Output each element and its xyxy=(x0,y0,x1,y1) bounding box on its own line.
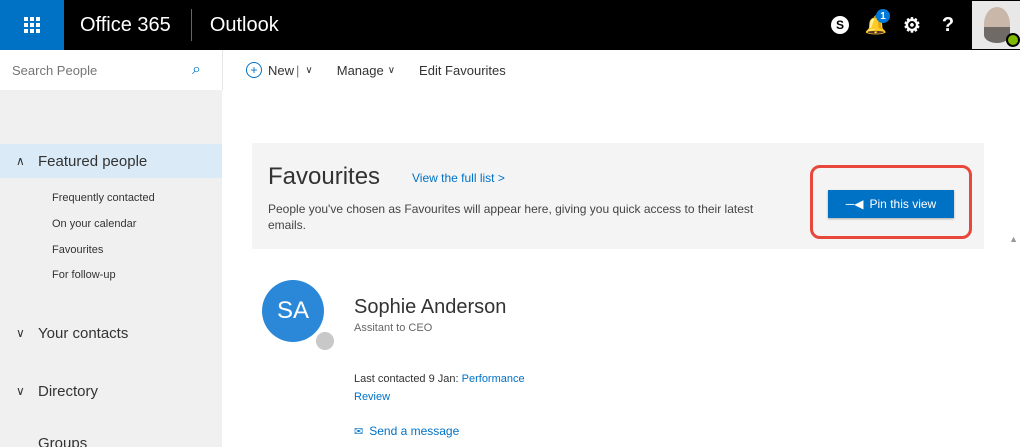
nav-directory[interactable]: ∨ Directory xyxy=(0,374,222,408)
nav-item-on-your-calendar[interactable]: On your calendar xyxy=(52,218,136,230)
nav-groups[interactable]: Groups xyxy=(16,435,87,447)
nav-item-favourites[interactable]: Favourites xyxy=(52,244,103,256)
left-nav: ∧ Featured people Frequently contacted O… xyxy=(0,122,222,447)
contact-avatar[interactable]: SA xyxy=(262,280,324,342)
favourites-title: Favourites xyxy=(268,163,381,190)
chevron-down-icon: ∨ xyxy=(16,384,25,398)
skype-icon: S xyxy=(831,16,849,34)
notifications-button[interactable]: 🔔 1 xyxy=(858,0,894,50)
search-icon[interactable]: ⌕ xyxy=(192,61,201,79)
nav-featured-label: Featured people xyxy=(38,152,148,170)
gear-icon: ⚙ xyxy=(903,14,921,37)
main-content: Favourites View the full list > People y… xyxy=(222,122,1020,447)
chevron-down-icon: ∨ xyxy=(387,64,396,76)
chevron-up-icon: ∧ xyxy=(16,154,25,168)
top-bar: Office 365 Outlook S 🔔 1 ⚙ ? xyxy=(0,0,1020,50)
manage-label: Manage xyxy=(336,62,384,78)
send-message-label: Send a message xyxy=(369,424,460,438)
brand-title[interactable]: Office 365 xyxy=(80,14,171,37)
app-launcher-button[interactable] xyxy=(0,0,64,50)
last-contacted-text: Last contacted 9 Jan: xyxy=(354,373,462,385)
manage-button[interactable]: Manage ∨ xyxy=(337,63,395,78)
presence-icon xyxy=(1006,33,1020,47)
settings-button[interactable]: ⚙ xyxy=(894,0,930,50)
nav-directory-label: Directory xyxy=(38,382,99,400)
pin-icon: ─◀ xyxy=(845,197,864,211)
chevron-down-icon[interactable]: ∨ xyxy=(305,65,312,76)
mail-icon: ✉ xyxy=(354,425,364,438)
nav-featured-people[interactable]: ∧ Featured people xyxy=(0,144,222,178)
notification-badge: 1 xyxy=(876,9,890,23)
nav-groups-label: Groups xyxy=(38,435,88,447)
header-divider xyxy=(190,9,192,41)
waffle-icon xyxy=(24,17,40,33)
new-label: New xyxy=(268,62,295,78)
help-button[interactable]: ? xyxy=(930,0,966,50)
last-contacted: Last contacted 9 Jan: Performance Review xyxy=(354,370,554,406)
nav-item-for-follow-up[interactable]: For follow-up xyxy=(52,269,116,281)
pin-this-view-button[interactable]: ─◀ Pin this view xyxy=(828,190,954,218)
nav-item-frequently-contacted[interactable]: Frequently contacted xyxy=(52,192,155,204)
user-avatar[interactable] xyxy=(972,1,1020,49)
pin-label: Pin this view xyxy=(869,197,937,211)
command-bar: ⌕ + New | ∨ Manage ∨ Edit Favourites xyxy=(0,50,1020,122)
contact-title: Assitant to CEO xyxy=(354,322,433,334)
header-actions: S 🔔 1 ⚙ ? xyxy=(822,0,1020,50)
skype-button[interactable]: S xyxy=(822,0,858,50)
edit-favourites-button[interactable]: Edit Favourites xyxy=(419,63,506,78)
contact-name[interactable]: Sophie Anderson xyxy=(354,296,506,319)
view-full-list-link[interactable]: View the full list > xyxy=(412,171,505,185)
split-divider: | xyxy=(296,62,300,78)
edit-favourites-label: Edit Favourites xyxy=(419,62,506,78)
nav-your-contacts-label: Your contacts xyxy=(38,324,129,342)
nav-your-contacts[interactable]: ∨ Your contacts xyxy=(0,316,222,350)
plus-icon: + xyxy=(246,62,262,78)
favourites-card: Favourites View the full list > People y… xyxy=(252,143,984,249)
presence-status-icon xyxy=(314,330,336,352)
search-input[interactable] xyxy=(10,61,184,79)
send-message-link[interactable]: ✉ Send a message xyxy=(354,424,459,438)
toolbar-actions: + New | ∨ Manage ∨ Edit Favourites xyxy=(246,50,530,90)
help-icon: ? xyxy=(941,13,955,36)
search-box: ⌕ xyxy=(0,50,223,90)
new-button[interactable]: + New | ∨ xyxy=(246,62,313,78)
app-title[interactable]: Outlook xyxy=(210,14,279,37)
favourites-description: People you've chosen as Favourites will … xyxy=(268,202,754,232)
search-area: ⌕ xyxy=(0,50,223,122)
scrollbar-arrow-icon[interactable]: ▲ xyxy=(1009,234,1018,244)
chevron-down-icon: ∨ xyxy=(16,326,25,340)
